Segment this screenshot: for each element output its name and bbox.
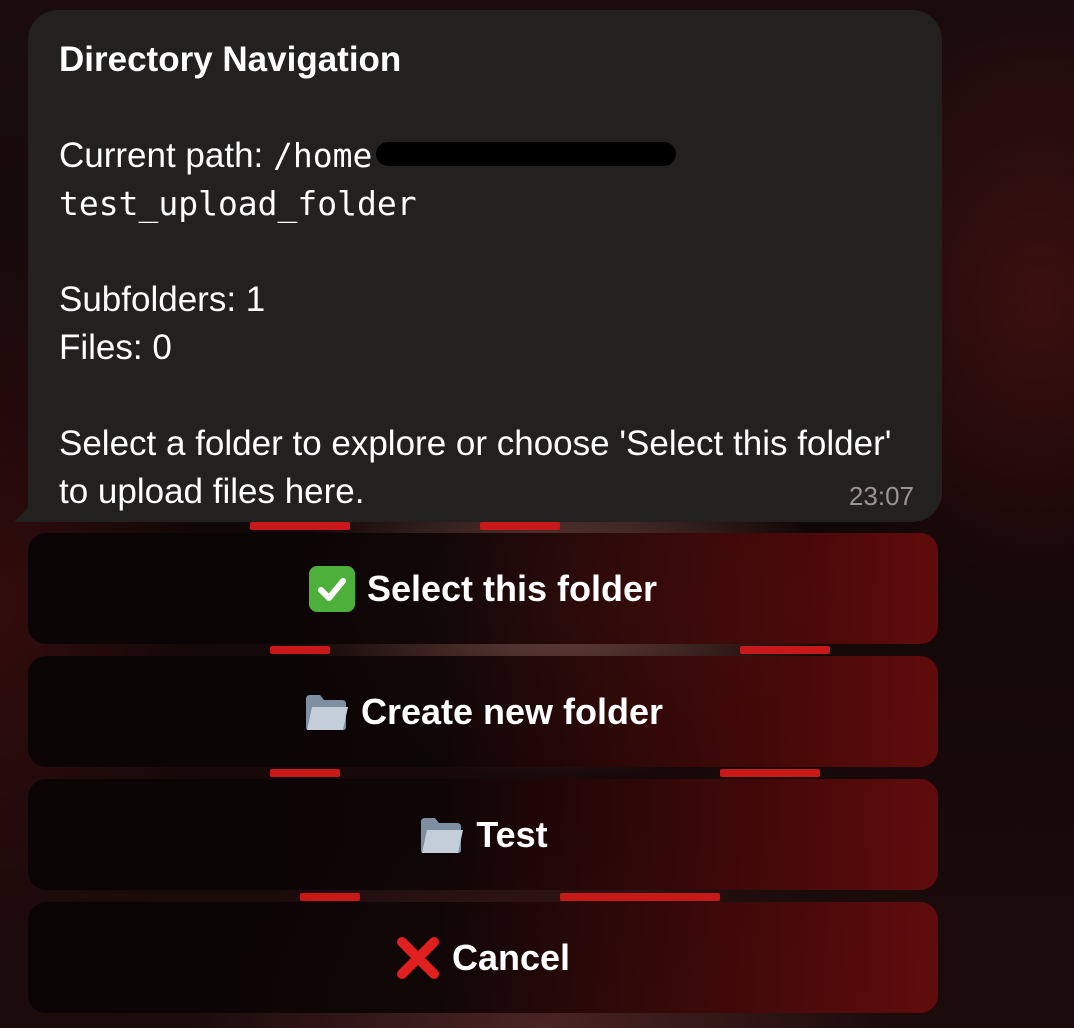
folder-icon [418, 814, 464, 856]
select-this-folder-button[interactable]: Select this folder [28, 533, 938, 644]
message-title: Directory Navigation [59, 40, 402, 79]
folder-test-label: Test [476, 813, 548, 855]
wallpaper-red-streak [740, 646, 830, 654]
folder-test-button[interactable]: Test [28, 779, 938, 890]
cross-mark-icon [396, 936, 440, 980]
select-this-folder-label: Select this folder [366, 567, 658, 609]
redaction-mark [376, 141, 677, 166]
wallpaper-red-streak [480, 522, 560, 530]
current-path-line: Current path: /home [59, 132, 910, 180]
wallpaper-red-streak [720, 769, 820, 777]
wallpaper-red-streak [270, 769, 340, 777]
wallpaper-red-streak [250, 522, 350, 530]
cancel-button[interactable]: Cancel [28, 902, 938, 1013]
create-new-folder-label: Create new folder [360, 690, 664, 732]
message-time: 23:07 [848, 481, 914, 511]
cancel-label: Cancel [451, 936, 571, 978]
path-end: test_upload_folder [59, 184, 417, 223]
wallpaper-red-streak [270, 646, 330, 654]
instruction-text: Select a folder to explore or choose 'Se… [59, 424, 892, 511]
create-new-folder-button[interactable]: Create new folder [28, 656, 938, 767]
files-count: Files: 0 [59, 328, 172, 367]
wallpaper-red-streak [560, 893, 720, 901]
check-mark-icon [308, 565, 355, 612]
path-label: Current path: [59, 136, 264, 175]
wallpaper-red-streak [300, 893, 360, 901]
folder-icon [303, 691, 349, 733]
subfolders-count: Subfolders: 1 [59, 280, 266, 319]
path-start: /home [273, 136, 373, 175]
bot-message-bubble: Directory Navigation Current path: /home… [28, 10, 942, 522]
